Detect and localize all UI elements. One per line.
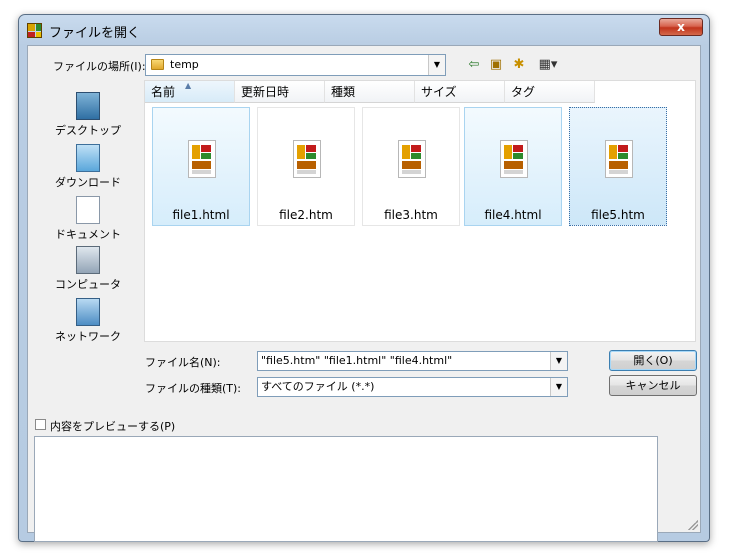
open-button[interactable]: 開く(O) [609, 350, 697, 371]
filename-label: ファイル名(N): [145, 356, 221, 369]
download-icon [76, 144, 100, 172]
open-file-dialog: ファイルを開く x ファイルの場所(I): temp ▼ ⇦ ▣ ✱ ▦▾ デス… [18, 14, 710, 542]
file-name: file3.htm [384, 208, 438, 222]
look-in-combo[interactable]: temp ▼ [145, 54, 446, 76]
preview-pane [34, 436, 658, 542]
file-name: file5.htm [591, 208, 645, 222]
place-documents[interactable]: ドキュメント [36, 196, 140, 242]
html-file-icon [293, 140, 321, 178]
desktop-icon [76, 92, 100, 120]
column-header-modified[interactable]: 更新日時 [235, 81, 325, 103]
resize-grip-icon[interactable] [688, 520, 698, 530]
sort-ascending-icon: ▲ [185, 81, 192, 90]
title-bar[interactable]: ファイルを開く x [19, 15, 709, 45]
file-tile[interactable]: file5.htm [569, 107, 667, 226]
cancel-button[interactable]: キャンセル [609, 375, 697, 396]
place-label: ネットワーク [55, 330, 121, 343]
filetype-value: すべてのファイル (*.*) [261, 380, 375, 393]
column-label: 名前 [151, 85, 176, 99]
column-header-size[interactable]: サイズ [415, 81, 505, 103]
chevron-down-icon[interactable]: ▼ [550, 352, 567, 370]
filetype-label: ファイルの種類(T): [145, 382, 242, 395]
html-file-icon [605, 140, 633, 178]
app-icon [27, 23, 42, 38]
folder-icon [151, 59, 164, 70]
new-folder-icon[interactable]: ✱ [510, 56, 528, 74]
computer-icon [76, 246, 100, 274]
look-in-value: temp [170, 58, 199, 71]
file-list-pane[interactable]: 名前 ▲ 更新日時 種類 サイズ タグ file1.html file2.htm… [144, 80, 696, 342]
place-label: ダウンロード [55, 176, 121, 189]
place-desktop[interactable]: デスクトップ [36, 92, 140, 138]
look-in-label: ファイルの場所(I): [53, 60, 146, 73]
network-icon [76, 298, 100, 326]
filename-value: "file5.htm" "file1.html" "file4.html" [261, 354, 453, 367]
close-button[interactable]: x [659, 18, 703, 36]
window-title: ファイルを開く [49, 26, 141, 41]
back-icon[interactable]: ⇦ [466, 56, 482, 74]
file-tile[interactable]: file2.htm [257, 107, 355, 226]
documents-icon [76, 196, 100, 224]
preview-checkbox[interactable] [35, 419, 46, 430]
place-label: ドキュメント [55, 228, 121, 241]
place-network[interactable]: ネットワーク [36, 298, 140, 344]
file-tile[interactable]: file3.htm [362, 107, 460, 226]
file-name: file1.html [172, 208, 230, 222]
file-name: file2.htm [279, 208, 333, 222]
place-label: デスクトップ [55, 124, 121, 137]
file-tile[interactable]: file4.html [464, 107, 562, 226]
file-tile[interactable]: file1.html [152, 107, 250, 226]
filetype-select[interactable]: すべてのファイル (*.*) ▼ [257, 377, 568, 397]
place-label: コンピュータ [55, 278, 121, 291]
preview-checkbox-label[interactable]: 内容をプレビューする(P) [50, 418, 175, 434]
file-name: file4.html [484, 208, 542, 222]
column-header-type[interactable]: 種類 [325, 81, 415, 103]
place-downloads[interactable]: ダウンロード [36, 144, 140, 190]
html-file-icon [188, 140, 216, 178]
column-header-tags[interactable]: タグ [505, 81, 595, 103]
column-header-name[interactable]: 名前 ▲ [145, 81, 235, 103]
views-menu-icon[interactable]: ▦▾ [533, 56, 563, 74]
html-file-icon [398, 140, 426, 178]
up-folder-icon[interactable]: ▣ [487, 56, 505, 74]
filename-input[interactable]: "file5.htm" "file1.html" "file4.html" ▼ [257, 351, 568, 371]
html-file-icon [500, 140, 528, 178]
chevron-down-icon[interactable]: ▼ [550, 378, 567, 396]
chevron-down-icon[interactable]: ▼ [428, 55, 445, 75]
place-computer[interactable]: コンピュータ [36, 246, 140, 292]
dialog-content: ファイルの場所(I): temp ▼ ⇦ ▣ ✱ ▦▾ デスクトップ ダウンロー… [27, 45, 701, 542]
